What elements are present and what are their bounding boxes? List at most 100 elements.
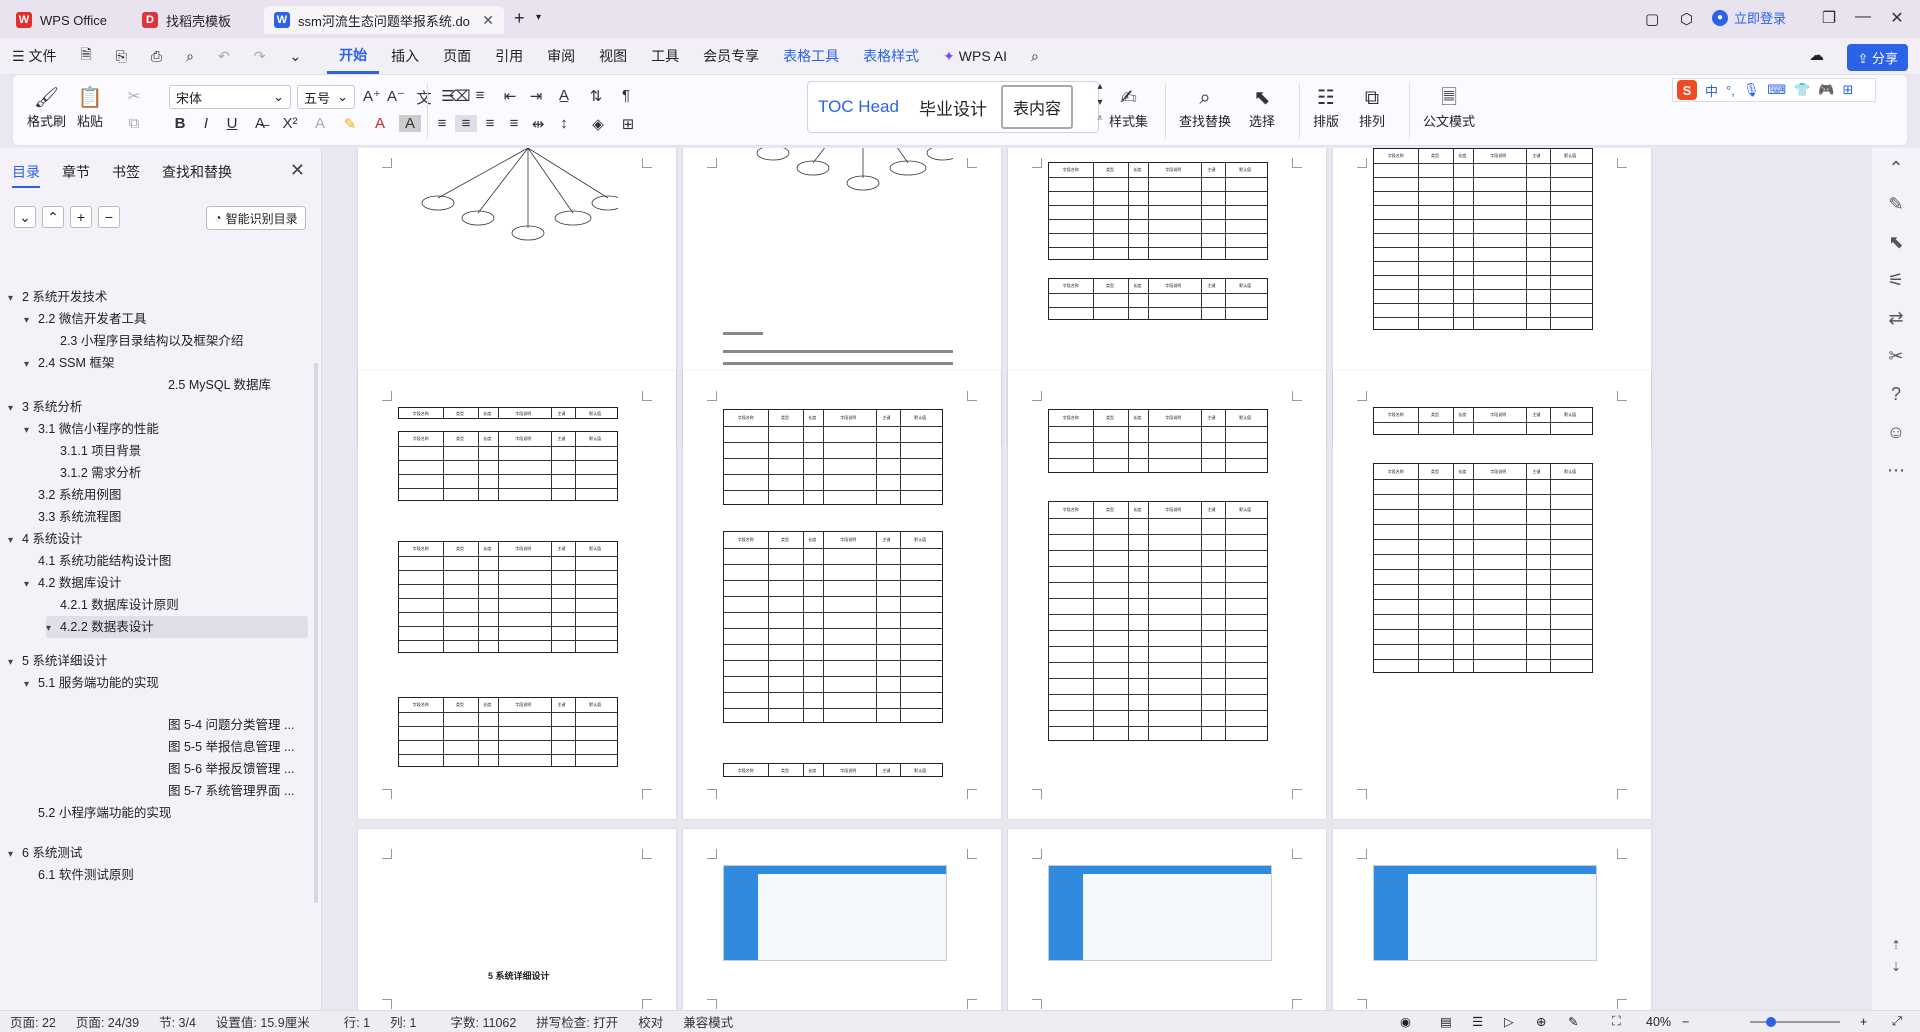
expand-arrow-icon[interactable]: ▾ [8,288,22,310]
toc-item[interactable]: ▾ 3 系统分析 [8,396,82,418]
superscript-icon[interactable]: X² [279,115,301,132]
microphone-icon[interactable]: 🎙 [1743,82,1760,98]
skin-icon[interactable]: 👕 [1794,82,1810,98]
toc-item[interactable]: 图 5-5 举报信息管理 ... [168,736,294,758]
sogou-logo-icon[interactable]: S [1677,80,1697,100]
find-replace-button[interactable]: ⌕ 查找替换 [1179,85,1231,130]
select-cursor-icon[interactable]: ⬉ [1884,232,1908,256]
font-color-icon[interactable]: A [369,115,391,132]
status-proof[interactable]: 校对 [628,1012,673,1031]
cube-icon[interactable]: ⬡ [1680,10,1693,28]
adjust-icon[interactable]: ⚟ [1884,270,1908,294]
zoom-in-icon[interactable]: + [1860,1015,1867,1029]
toc-item[interactable]: ▾ 3.1 微信小程序的性能 [24,418,159,440]
indent-icon[interactable]: ⇥ [525,87,547,105]
eye-icon[interactable]: ◉ [1400,1014,1411,1029]
page-thumbnail[interactable]: 字段名称 类型 长度 字段说明 主键 默认值 字段名称 类型 长度 字段说明 主键 默认值 字段名称 类型… [358,371,676,819]
page-thumbnail[interactable] [683,829,1001,1010]
toc-item[interactable]: ▾ 4.2.2 数据表设计 [46,616,308,638]
line-spacing-icon[interactable]: ↕ [553,115,575,132]
prev-page-icon[interactable]: ⇡ [1884,938,1908,962]
robot-icon[interactable]: ☺ [1884,422,1908,446]
toc-item[interactable]: 4.1 系统功能结构设计图 [38,550,171,572]
expand-arrow-icon[interactable]: ▾ [8,652,22,674]
tab-chapters[interactable]: 章节 [62,162,90,188]
toc-item[interactable]: 6.1 软件测试原则 [38,864,134,886]
grow-font-icon[interactable]: A⁺ [361,87,383,105]
page-thumbnail[interactable]: 字段名称 类型 长度 字段说明 主键 默认值 字段名称 类型 长度 字段说明 主键 默认值 字段名称 类型… [683,371,1001,819]
page-thumbnail[interactable] [1008,829,1326,1010]
login-button[interactable]: ● 立即登录 [1712,8,1786,27]
page-thumbnail[interactable]: 5 系统详细设计 [358,829,676,1010]
paste-button[interactable]: 📋 粘贴 [77,85,103,130]
hamburger-menu[interactable]: ☰ 文件 [0,38,68,74]
official-mode-button[interactable]: 🗏 公文模式 [1423,85,1475,130]
tab-template[interactable]: D 找稻壳模板 [132,6,258,34]
select-button[interactable]: ⬉ 选择 [1249,85,1275,130]
pen-icon[interactable]: ✎ [1884,194,1908,218]
style-toc-head[interactable]: TOC Head [808,97,909,117]
play-icon[interactable]: ▷ [1504,1014,1514,1029]
page-view-icon[interactable]: ▤ [1440,1014,1452,1029]
bullet-list-icon[interactable]: ☰ [437,87,459,105]
expand-up-icon[interactable]: ⌃ [42,206,64,228]
align-left-icon[interactable]: ≡ [431,115,453,132]
arrange-button[interactable]: ⧉ 排列 [1359,85,1385,130]
toc-item[interactable]: ▾ 4 系统设计 [8,528,82,550]
border-icon[interactable]: ⊞ [617,115,639,133]
new-tab-button[interactable]: + [514,8,525,29]
close-tab-icon[interactable]: ✕ [482,12,494,29]
save-icon[interactable]: 🗎 [68,38,103,74]
expand-arrow-icon[interactable]: ▾ [8,398,22,420]
collapse-icon[interactable]: ⌃ [1884,158,1908,182]
chinese-layout-icon[interactable]: A̲ [553,87,575,104]
strikethrough-icon[interactable]: A̶ [249,115,271,132]
toc-item[interactable]: ▾ 6 系统测试 [8,842,82,864]
expand-arrow-icon[interactable]: ▾ [24,354,38,376]
bold-icon[interactable]: B [169,115,191,132]
align-right-icon[interactable]: ≡ [479,115,501,132]
next-page-icon[interactable]: ⇣ [1884,960,1908,984]
menu-page[interactable]: 页面 [431,38,483,74]
menu-review[interactable]: 审阅 [535,38,587,74]
toc-item[interactable]: ▾ 2.2 微信开发者工具 [24,308,146,330]
layout-button[interactable]: ☷ 排版 [1313,85,1339,130]
expand-arrow-icon[interactable]: ▾ [8,844,22,866]
toc-item[interactable]: 图 5-4 问题分类管理 ... [168,714,294,736]
gallery-expand-icon[interactable]: ⩡ [1089,113,1111,124]
pinyin-icon[interactable]: 文 [413,87,435,108]
tab-wps-office[interactable]: W WPS Office [6,6,126,34]
web-view-icon[interactable]: ⊕ [1536,1014,1546,1029]
status-col[interactable]: 列: 1 [380,1012,426,1031]
menu-start[interactable]: 开始 [327,38,380,74]
tab-toc[interactable]: 目录 [12,162,40,188]
toc-item[interactable]: 3.1.1 项目背景 [60,440,141,462]
toc-item[interactable]: 图 5-6 举报反馈管理 ... [168,758,294,780]
expand-arrow-icon[interactable]: ▾ [46,618,60,640]
expand-arrow-icon[interactable]: ▾ [24,420,38,442]
tab-document[interactable]: W ssm河流生态问题举报系统.do ✕ [264,6,504,34]
page-thumbnail[interactable]: 字段名称 类型 长度 字段说明 主键 默认值 字段名称 类型 长度 字段说明 主键 默认值 [1008,371,1326,819]
status-setting[interactable]: 设置值: 15.9厘米 [206,1012,320,1031]
numbered-list-icon[interactable]: ≡ [469,87,491,104]
tab-bookmarks[interactable]: 书签 [112,162,140,188]
highlight-icon[interactable]: ✎ [339,115,361,133]
copy-icon[interactable]: ⧉ [123,115,145,132]
format-painter-button[interactable]: 🖌 格式刷 [27,85,66,130]
page-thumbnail[interactable] [1333,829,1651,1010]
sort-icon[interactable]: ⇅ [585,87,607,105]
undo-icon[interactable]: ↶ [206,38,242,74]
gallery-up-icon[interactable]: ▴ [1089,81,1111,92]
style-thesis[interactable]: 毕业设计（论 [909,95,997,120]
redo-icon[interactable]: ↷ [242,38,278,74]
window-layout-icon[interactable]: ▢ [1645,10,1659,28]
zoom-slider[interactable] [1750,1017,1840,1027]
game-icon[interactable]: 🎮 [1818,82,1834,98]
shading-icon[interactable]: ◈ [587,115,609,133]
menu-table-tools[interactable]: 表格工具 [771,38,851,74]
font-size-select[interactable]: 五号 ⌄ [297,85,355,109]
punctuation-icon[interactable]: °, [1726,83,1735,98]
menu-table-style[interactable]: 表格样式 [851,38,931,74]
document-canvas[interactable]: 字段名称 类型 长度 字段说明 主键 默认值 字段名称 类型 长度 字段说明 主键 默认值 字段名称 类型… [322,148,1872,1010]
page-thumbnail[interactable]: 字段名称 类型 长度 字段说明 主键 默认值 字段名称 类型 长度 字段说明 主键 默认值 [1333,371,1651,819]
